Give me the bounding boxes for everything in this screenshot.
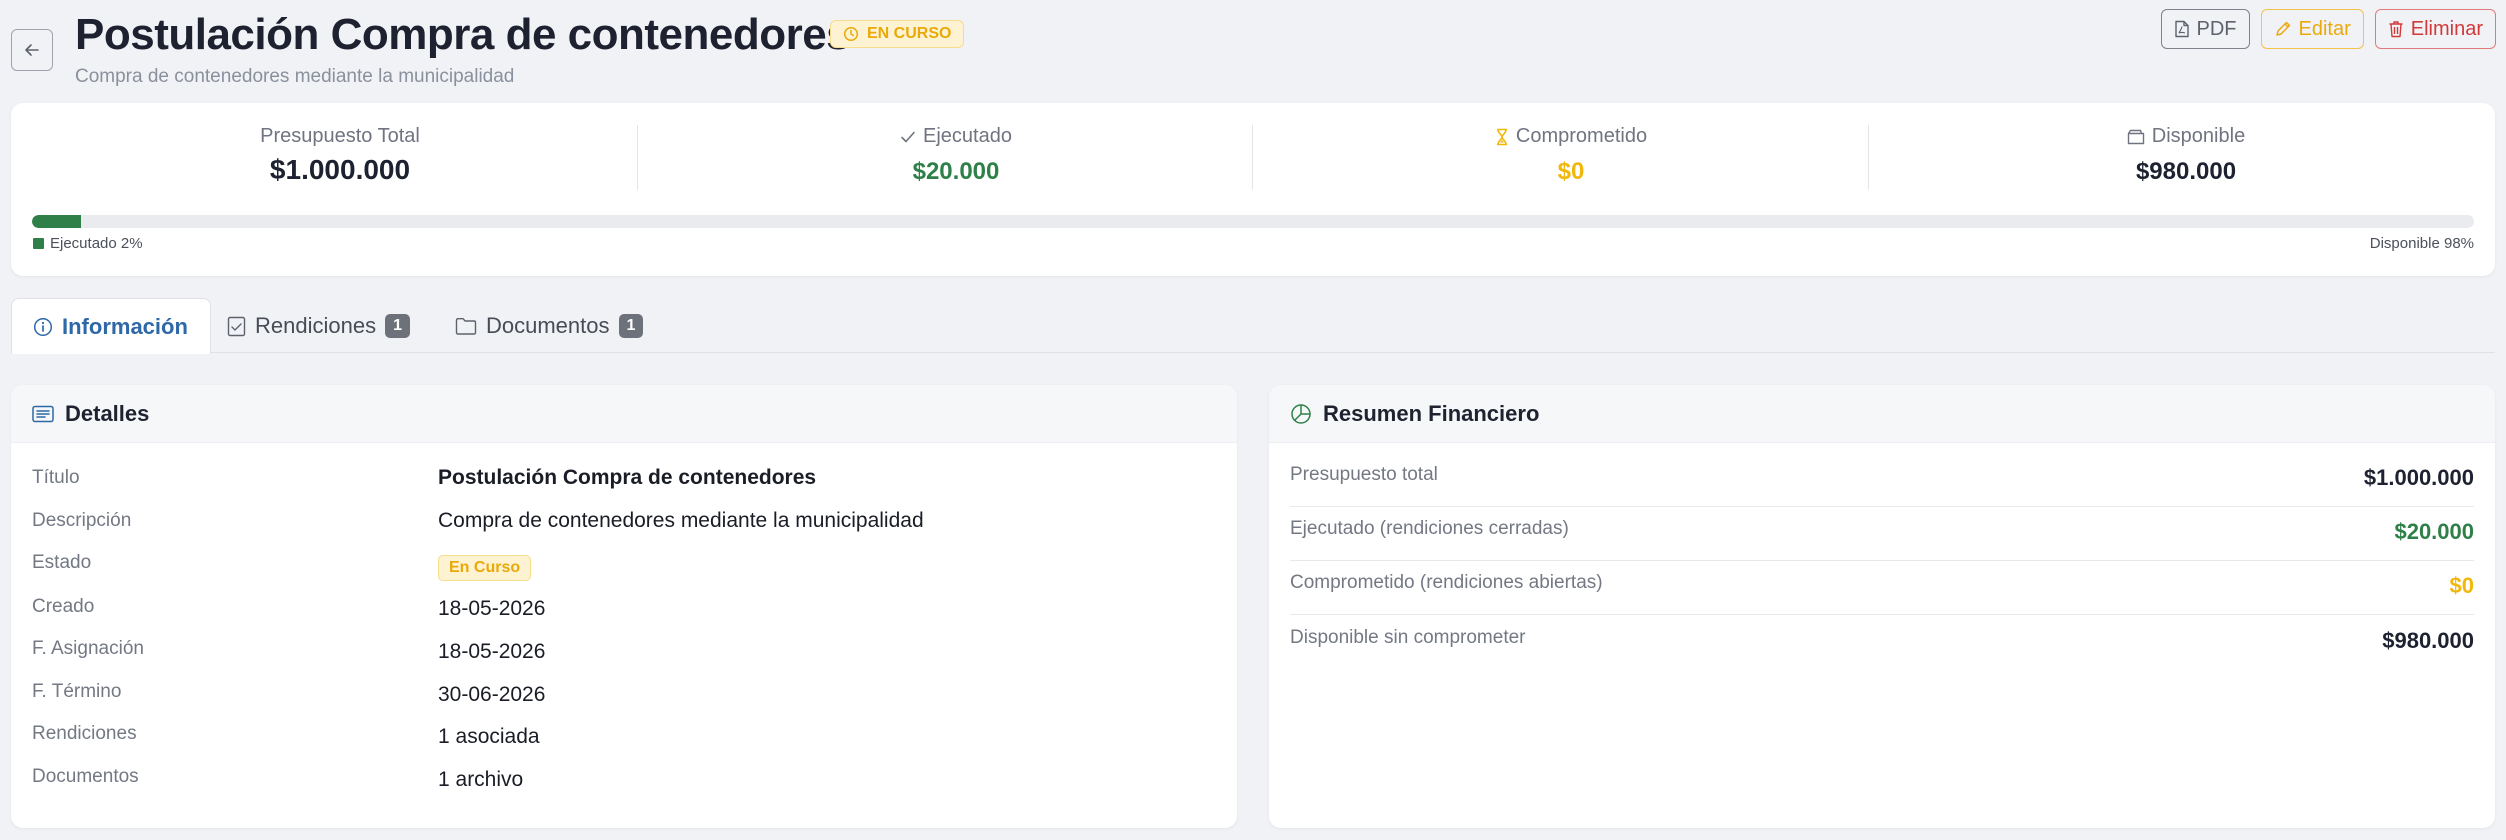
metric-committed-label: Comprometido bbox=[1515, 125, 1648, 147]
status-badge-label: EN CURSO bbox=[867, 25, 952, 42]
detail-row-titulo: Título Postulación Compra de contenedore… bbox=[11, 466, 1237, 507]
detail-label: Estado bbox=[32, 552, 92, 573]
folder-icon bbox=[455, 318, 477, 335]
progress-legend-available: Disponible 98% bbox=[2369, 235, 2474, 252]
tab-rendiciones[interactable]: Rendiciones 1 bbox=[227, 298, 410, 354]
edit-button-label: Editar bbox=[2298, 17, 2351, 40]
header-actions: PDF Editar Eliminar bbox=[2160, 9, 2496, 49]
list-card-icon bbox=[32, 405, 54, 422]
progress-legend-executed: Ejecutado 2% bbox=[33, 235, 143, 252]
tab-bar: Información Rendiciones 1 Documentos 1 bbox=[11, 298, 2495, 354]
fin-value: $1.000.000 bbox=[2363, 465, 2474, 490]
details-heading: Detalles bbox=[65, 400, 150, 426]
fin-row-available: Disponible sin comprometer $980.000 bbox=[1290, 616, 2474, 670]
details-panel: Detalles Título Postulación Compra de co… bbox=[11, 385, 1237, 828]
metric-divider bbox=[1868, 125, 1869, 190]
metric-total-label: Presupuesto Total bbox=[260, 125, 420, 147]
detail-value: 1 archivo bbox=[438, 768, 524, 791]
fin-label: Ejecutado (rendiciones cerradas) bbox=[1290, 518, 1569, 539]
detail-label: F. Asignación bbox=[32, 638, 144, 659]
detail-value: 18-05-2026 bbox=[438, 597, 546, 620]
budget-summary-card: Presupuesto Total $1.000.000 Ejecutado $… bbox=[11, 103, 2495, 276]
detail-row-termino: F. Término 30-06-2026 bbox=[11, 681, 1237, 721]
detail-row-estado: Estado En Curso bbox=[11, 552, 1237, 592]
metric-executed-value: $20.000 bbox=[912, 158, 1000, 185]
arrow-left-icon bbox=[25, 44, 39, 56]
tab-documentos-label: Documentos bbox=[486, 313, 610, 338]
metric-available: Disponible $980.000 bbox=[1878, 125, 2494, 193]
detail-row-creado: Creado 18-05-2026 bbox=[11, 596, 1237, 636]
progress-legend-executed-label: Ejecutado 2% bbox=[50, 235, 143, 252]
financial-summary-panel: Resumen Financiero Presupuesto total $1.… bbox=[1269, 385, 2495, 828]
fin-value: $20.000 bbox=[2394, 519, 2474, 544]
page-title: Postulación Compra de contenedores bbox=[75, 10, 851, 59]
fin-label: Comprometido (rendiciones abiertas) bbox=[1290, 572, 1603, 593]
metric-available-label: Disponible bbox=[2151, 125, 2246, 147]
fin-value: $980.000 bbox=[2382, 628, 2474, 653]
detail-value: 18-05-2026 bbox=[438, 640, 546, 663]
info-circle-icon bbox=[33, 317, 53, 336]
pdf-button[interactable]: PDF bbox=[2160, 9, 2250, 49]
hourglass-icon bbox=[1496, 128, 1507, 145]
status-badge: EN CURSO bbox=[830, 20, 965, 48]
metric-divider bbox=[1252, 125, 1253, 190]
tab-documentos-count: 1 bbox=[618, 314, 644, 338]
fin-value: $0 bbox=[2449, 573, 2474, 598]
edit-button[interactable]: Editar bbox=[2260, 9, 2364, 49]
detail-label: Creado bbox=[32, 596, 95, 617]
tab-informacion[interactable]: Información bbox=[11, 298, 211, 354]
detail-value: Postulación Compra de contenedores bbox=[438, 466, 817, 489]
check-icon bbox=[901, 131, 915, 142]
pencil-icon bbox=[2275, 21, 2290, 36]
metric-executed-label: Ejecutado bbox=[923, 125, 1012, 147]
fin-label: Disponible sin comprometer bbox=[1290, 627, 1526, 648]
detail-label: Descripción bbox=[32, 510, 132, 531]
pie-chart-icon bbox=[1291, 403, 1311, 424]
delete-button[interactable]: Eliminar bbox=[2374, 9, 2496, 49]
budget-progress-executed bbox=[32, 215, 81, 228]
budget-progress-bar bbox=[32, 215, 2474, 228]
detail-value: 1 asociada bbox=[438, 725, 540, 748]
page-subtitle: Compra de contenedores mediante la munic… bbox=[75, 66, 515, 87]
detail-label: Rendiciones bbox=[32, 723, 137, 744]
pdf-button-label: PDF bbox=[2196, 17, 2237, 40]
back-button[interactable] bbox=[11, 29, 53, 71]
financial-heading: Resumen Financiero bbox=[1323, 400, 1540, 426]
fin-label: Presupuesto total bbox=[1290, 464, 1438, 485]
detail-row-descripcion: Descripción Compra de contenedores media… bbox=[11, 509, 1237, 550]
fin-row-executed: Ejecutado (rendiciones cerradas) $20.000 bbox=[1290, 507, 2474, 561]
detail-value: Compra de contenedores mediante la munic… bbox=[438, 509, 924, 532]
delete-button-label: Eliminar bbox=[2410, 17, 2483, 40]
metric-committed-value: $0 bbox=[1557, 158, 1585, 185]
detail-row-rendiciones: Rendiciones 1 asociada bbox=[11, 723, 1237, 763]
tab-rendiciones-label: Rendiciones bbox=[255, 313, 377, 338]
metric-available-value: $980.000 bbox=[2135, 158, 2237, 185]
fin-row-committed: Comprometido (rendiciones abiertas) $0 bbox=[1290, 561, 2474, 615]
detail-label: Título bbox=[32, 467, 80, 488]
metric-total-value: $1.000.000 bbox=[269, 154, 411, 185]
metric-total: Presupuesto Total $1.000.000 bbox=[32, 125, 648, 193]
tab-documentos[interactable]: Documentos 1 bbox=[455, 298, 644, 354]
metric-divider bbox=[637, 125, 638, 190]
wallet-icon bbox=[2127, 129, 2144, 144]
clock-icon bbox=[843, 26, 859, 42]
metric-committed: Comprometido $0 bbox=[1264, 125, 1878, 193]
file-pdf-icon bbox=[2174, 20, 2189, 38]
tab-informacion-label: Información bbox=[62, 313, 188, 339]
checklist-icon bbox=[227, 316, 246, 336]
trash-icon bbox=[2389, 21, 2403, 38]
metric-executed: Ejecutado $20.000 bbox=[648, 125, 1264, 193]
detail-label: Documentos bbox=[32, 766, 139, 787]
executed-swatch bbox=[33, 238, 44, 249]
tab-rendiciones-count: 1 bbox=[385, 314, 410, 338]
fin-row-total: Presupuesto total $1.000.000 bbox=[1290, 453, 2474, 507]
detail-value: 30-06-2026 bbox=[438, 683, 546, 706]
detail-label: F. Término bbox=[32, 681, 122, 702]
detail-row-documentos: Documentos 1 archivo bbox=[11, 766, 1237, 806]
estado-badge: En Curso bbox=[438, 555, 532, 581]
detail-row-asignacion: F. Asignación 18-05-2026 bbox=[11, 638, 1237, 678]
